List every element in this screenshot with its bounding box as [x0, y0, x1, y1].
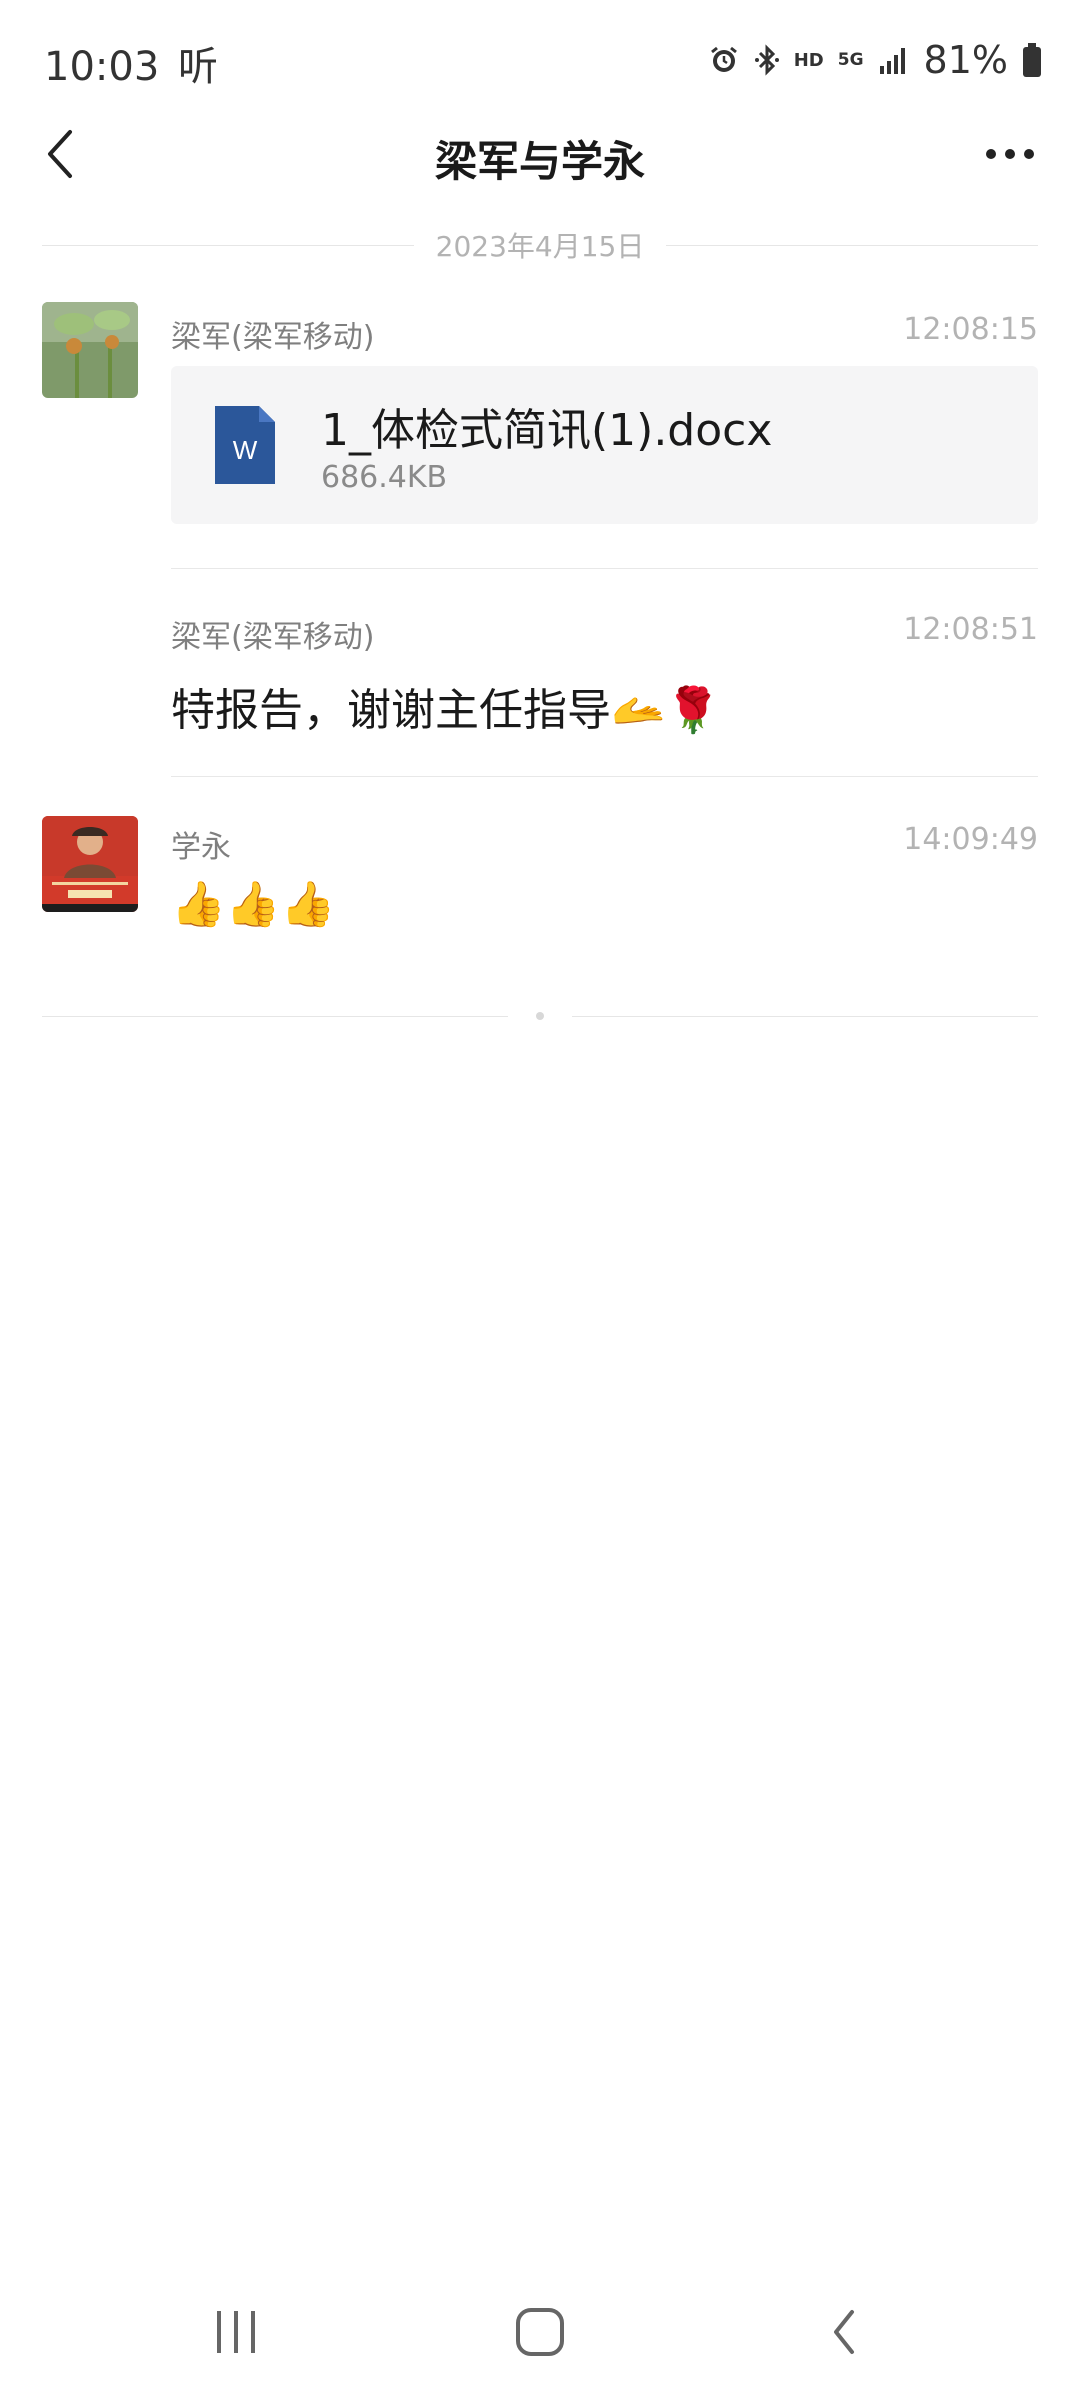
divider-dot — [536, 1012, 544, 1020]
clock-text: 10:03 — [44, 44, 160, 90]
file-attachment[interactable]: W 1_体检式简讯(1).docx 686.4KB — [171, 366, 1038, 524]
message-time: 12:08:15 — [903, 312, 1038, 347]
avatar[interactable] — [42, 302, 138, 398]
file-size: 686.4KB — [321, 460, 448, 495]
battery-icon — [1022, 43, 1042, 77]
page-title: 梁军与学永 — [434, 137, 645, 186]
chat-header: 梁军与学永 — [0, 110, 1080, 200]
message-item: 学永 14:09:49 👍👍👍 — [0, 808, 1080, 968]
signal-icon — [878, 46, 910, 74]
status-time: 10:03 听 — [44, 34, 218, 92]
divider-line — [42, 244, 414, 246]
system-back-button[interactable] — [794, 2296, 894, 2368]
date-label: 2023年4月15日 — [435, 230, 645, 263]
network-indicator: 5G — [837, 50, 864, 70]
message-item: 梁军(梁军移动) 12:08:15 W 1_体检式简讯(1).docx 686.… — [0, 300, 1080, 540]
message-time: 12:08:51 — [903, 612, 1038, 647]
system-navigation-bar — [0, 2280, 1080, 2380]
recent-apps-icon — [217, 2311, 255, 2353]
message-time: 14:09:49 — [903, 822, 1038, 857]
word-document-icon: W — [215, 406, 275, 484]
sender-name: 梁军(梁军移动) — [171, 320, 375, 355]
bluetooth-icon — [754, 44, 780, 76]
more-dot-icon — [986, 149, 996, 159]
home-button[interactable] — [490, 2296, 590, 2368]
more-dot-icon — [1024, 149, 1034, 159]
message-item: 梁军(梁军移动) 12:08:51 特报告，谢谢主任指导🫴🌹 — [0, 600, 1080, 770]
sender-name: 学永 — [171, 830, 231, 865]
word-icon-letter: W — [233, 435, 258, 465]
back-chevron-icon — [834, 2310, 854, 2354]
more-options-button[interactable] — [970, 122, 1050, 186]
more-dot-icon — [1005, 149, 1015, 159]
end-of-history-divider — [42, 1008, 1038, 1024]
file-name: 1_体检式简讯(1).docx — [321, 405, 773, 456]
home-icon — [516, 2308, 564, 2356]
network-label: 5G — [837, 50, 864, 70]
recent-apps-button[interactable] — [186, 2296, 286, 2368]
hd-indicator: HD — [793, 49, 824, 71]
message-text: 特报告，谢谢主任指导🫴🌹 — [171, 685, 721, 736]
message-separator — [171, 568, 1038, 569]
alarm-icon — [708, 44, 740, 76]
divider-line — [666, 244, 1039, 246]
clock-suffix: 听 — [178, 44, 218, 90]
status-icons: HD 5G 81% — [708, 34, 1042, 86]
battery-percent: 81% — [923, 38, 1008, 82]
sender-name: 梁军(梁军移动) — [171, 620, 375, 655]
divider-line — [42, 1015, 508, 1017]
divider-line — [572, 1015, 1038, 1017]
message-separator — [171, 776, 1038, 777]
message-text: 👍👍👍 — [171, 879, 336, 930]
avatar[interactable] — [42, 816, 138, 912]
status-bar: 10:03 听 HD 5G 81% — [0, 0, 1080, 120]
date-divider: 2023年4月15日 — [42, 225, 1039, 265]
